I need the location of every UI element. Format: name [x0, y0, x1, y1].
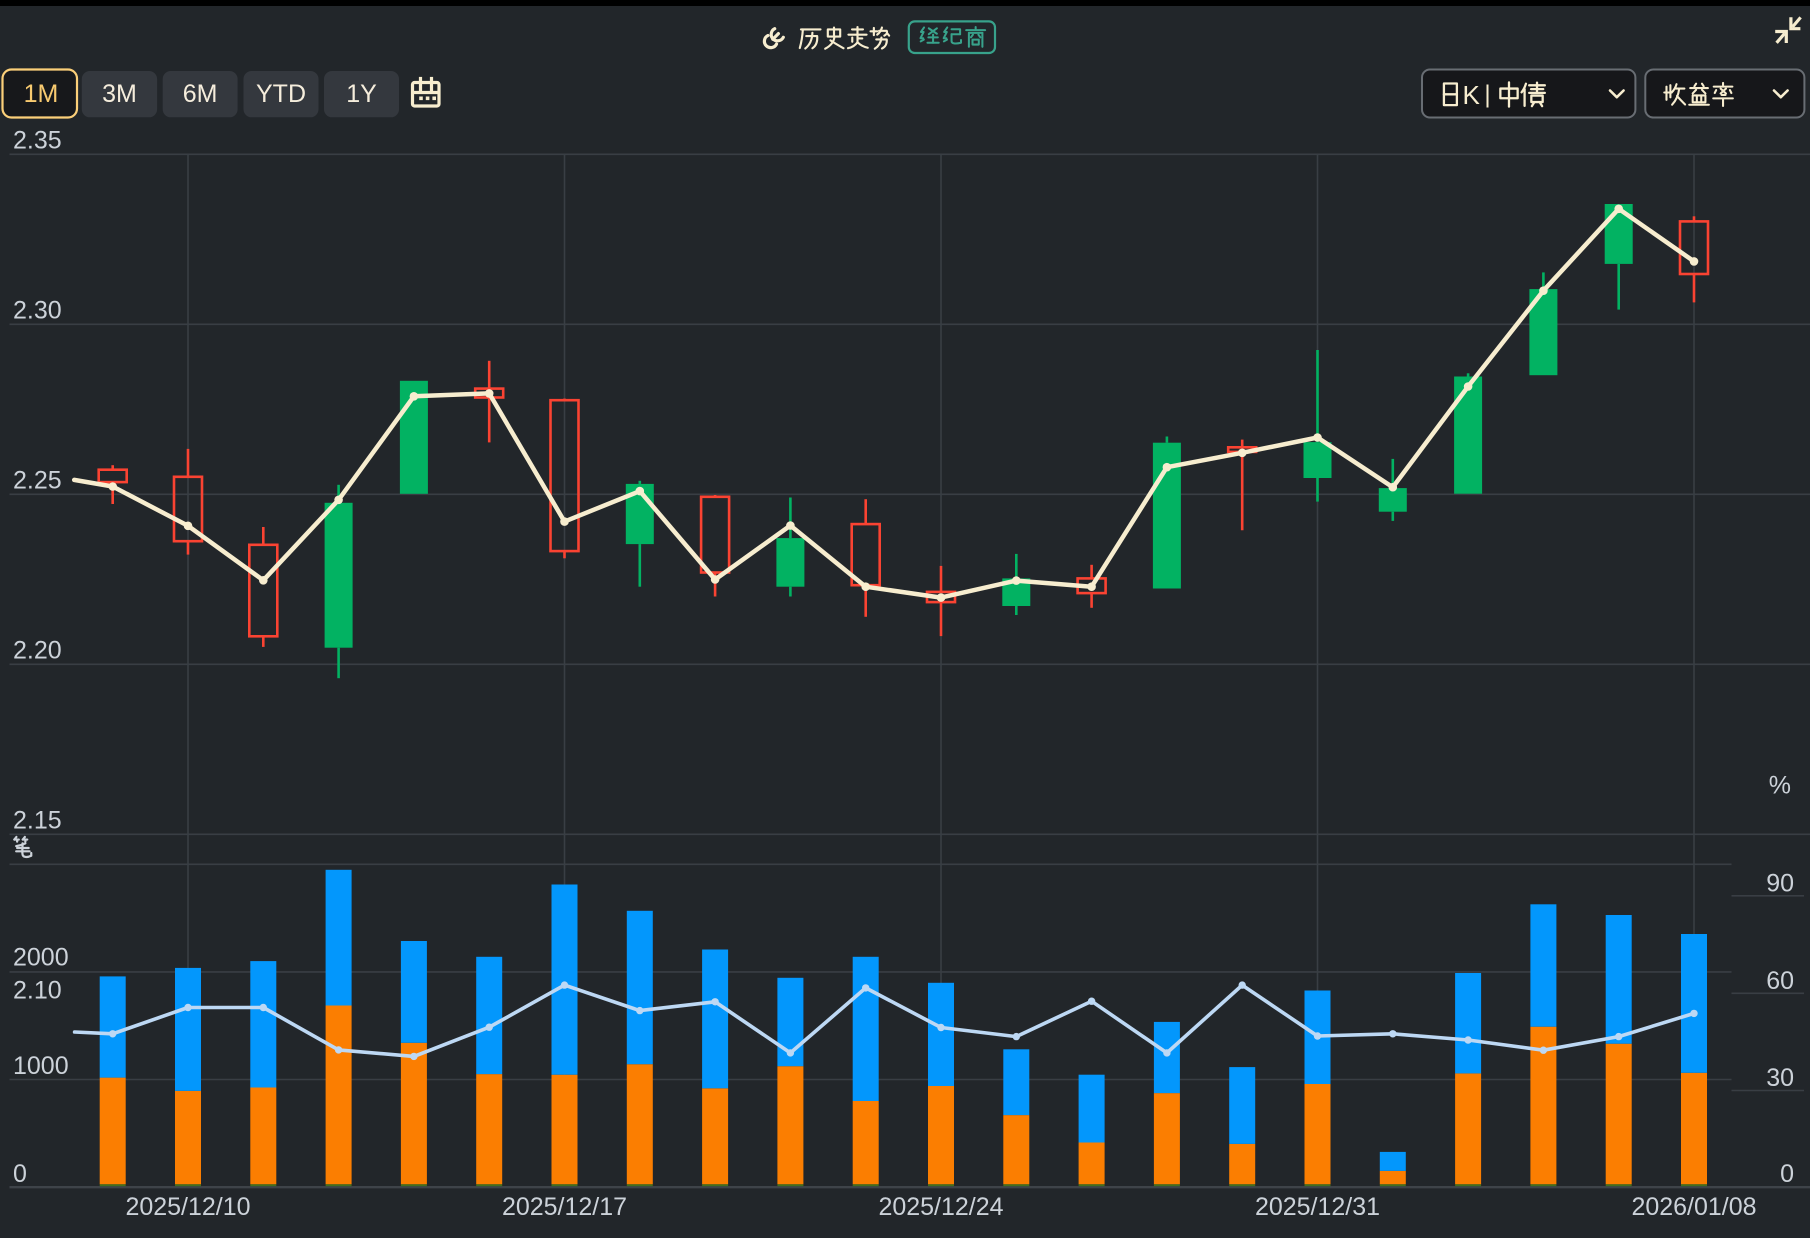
svg-text:2.10: 2.10: [13, 976, 62, 1004]
svg-text:60: 60: [1766, 967, 1794, 995]
svg-text:2025/12/10: 2025/12/10: [125, 1193, 250, 1221]
svg-text:2.30: 2.30: [13, 296, 62, 324]
svg-text:1M: 1M: [24, 80, 59, 108]
svg-text:2.35: 2.35: [13, 126, 62, 154]
svg-text:K: K: [1463, 80, 1481, 110]
svg-text:|: |: [1484, 81, 1491, 109]
svg-text:3M: 3M: [102, 80, 137, 108]
svg-text:0: 0: [1780, 1160, 1794, 1188]
svg-text:2.25: 2.25: [13, 466, 62, 494]
svg-text:%: %: [1769, 772, 1791, 800]
svg-text:2025/12/24: 2025/12/24: [878, 1193, 1003, 1221]
svg-text:90: 90: [1766, 869, 1794, 897]
svg-text:1Y: 1Y: [346, 80, 377, 108]
svg-text:30: 30: [1766, 1064, 1794, 1092]
svg-text:2000: 2000: [13, 944, 69, 972]
svg-text:2025/12/31: 2025/12/31: [1255, 1193, 1380, 1221]
svg-text:2.15: 2.15: [13, 806, 62, 834]
svg-text:YTD: YTD: [256, 80, 306, 108]
svg-text:0: 0: [13, 1160, 27, 1188]
svg-text:2025/12/17: 2025/12/17: [502, 1193, 627, 1221]
svg-text:2.20: 2.20: [13, 636, 62, 664]
svg-text:6M: 6M: [183, 80, 218, 108]
svg-text:1000: 1000: [13, 1052, 69, 1080]
svg-text:2026/01/08: 2026/01/08: [1631, 1193, 1756, 1221]
